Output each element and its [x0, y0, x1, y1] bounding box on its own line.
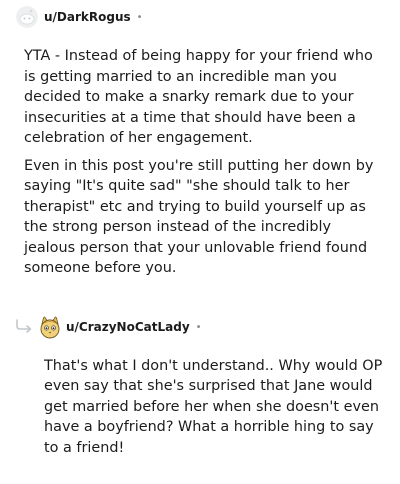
comment-author[interactable]: u/DarkRogus: [44, 10, 131, 24]
comment-header: u/DarkRogus •: [16, 6, 143, 28]
reply-thread-icon: [16, 319, 32, 333]
comment-paragraph: Even in this post you're still putting h…: [24, 157, 374, 277]
comment-header: u/CrazyNoCatLady •: [39, 315, 202, 339]
snoo-avatar-icon[interactable]: [16, 6, 38, 28]
comment-paragraph: YTA - Instead of being happy for your fr…: [24, 48, 373, 146]
cat-avatar-icon[interactable]: [39, 315, 61, 339]
comment-body: YTA - Instead of being happy for your fr…: [24, 46, 384, 279]
comment-body: That's what I don't understand.. Why wou…: [44, 356, 384, 458]
comment-paragraph: That's what I don't understand.. Why wou…: [44, 358, 383, 456]
separator-dot: •: [136, 11, 143, 23]
separator-dot: •: [195, 321, 202, 333]
comment-author[interactable]: u/CrazyNoCatLady: [66, 320, 190, 334]
